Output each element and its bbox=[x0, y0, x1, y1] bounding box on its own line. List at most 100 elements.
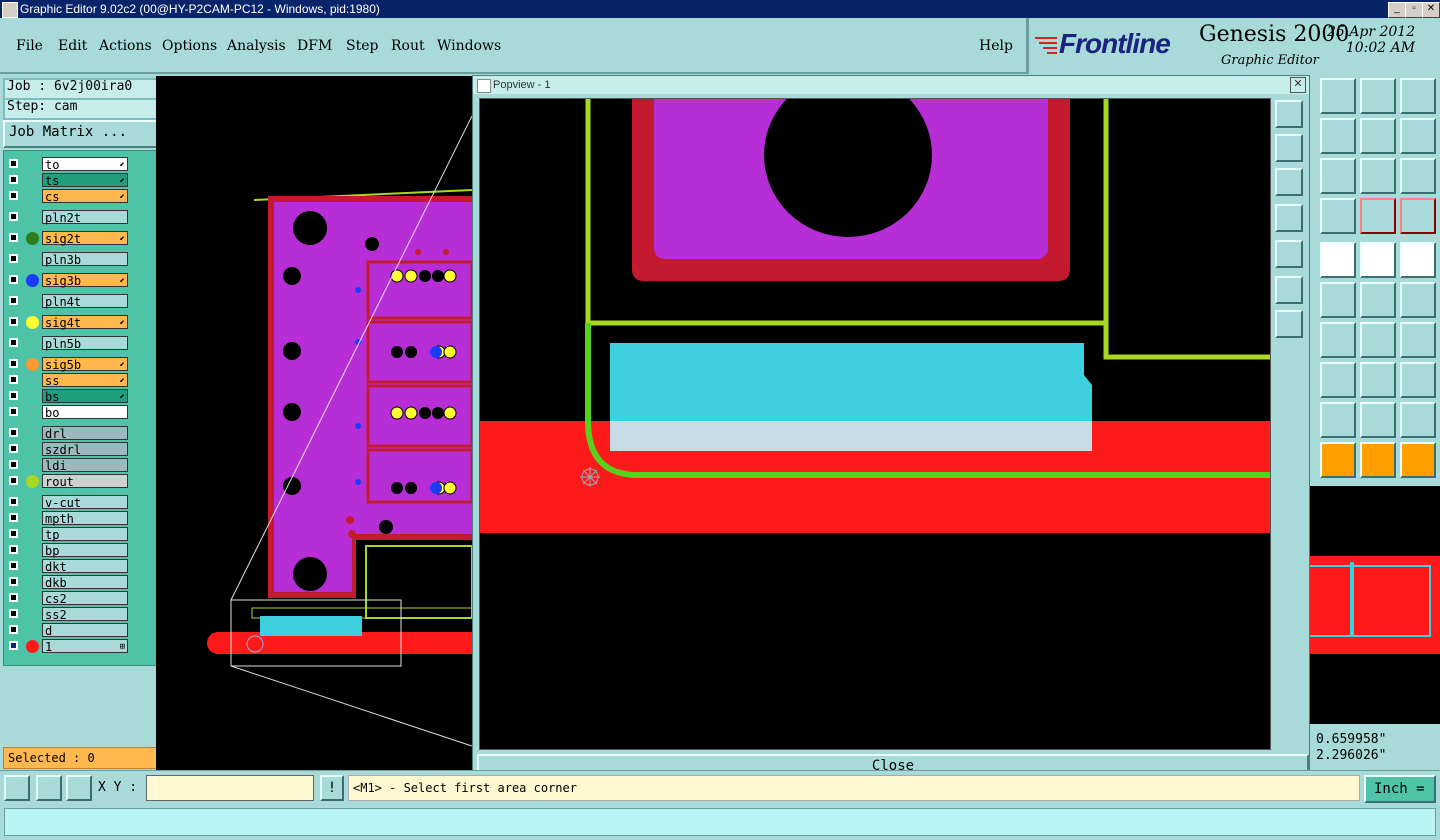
minimap[interactable] bbox=[1310, 486, 1440, 724]
layer-checkbox[interactable] bbox=[9, 296, 18, 305]
layer-row[interactable]: pln3b bbox=[6, 252, 128, 267]
layer-row[interactable]: pln2t bbox=[6, 210, 128, 225]
layer-checkbox[interactable] bbox=[9, 529, 18, 538]
layer-name[interactable]: ts ⬋ bbox=[42, 173, 128, 188]
layer-row[interactable]: dkb bbox=[6, 575, 128, 590]
units-select[interactable]: Inch = bbox=[1364, 775, 1436, 803]
layer-name[interactable]: sig4t ⬋ bbox=[42, 315, 128, 330]
menu-file[interactable]: File bbox=[16, 38, 43, 54]
layer-checkbox[interactable] bbox=[9, 191, 18, 200]
layer-checkbox[interactable] bbox=[9, 577, 18, 586]
measure-angle-icon[interactable] bbox=[36, 775, 62, 801]
layer-checkbox[interactable] bbox=[9, 444, 18, 453]
layer-checkbox[interactable] bbox=[9, 545, 18, 554]
popview-pan-right-button[interactable] bbox=[1275, 240, 1303, 268]
layer-row[interactable]: dkt bbox=[6, 559, 128, 574]
layer-name[interactable]: v-cut bbox=[42, 495, 128, 510]
layer-row[interactable]: to ⬋ bbox=[6, 157, 128, 172]
layer-checkbox[interactable] bbox=[9, 407, 18, 416]
layer-name[interactable]: szdrl bbox=[42, 442, 128, 457]
move-feature-icon[interactable] bbox=[1360, 282, 1396, 318]
layer-row[interactable]: bp bbox=[6, 543, 128, 558]
layer-row[interactable]: drl bbox=[6, 426, 128, 441]
layer-name[interactable]: d bbox=[42, 623, 128, 638]
layer-checkbox[interactable] bbox=[9, 391, 18, 400]
select-area-icon[interactable] bbox=[1320, 442, 1356, 478]
layer-name[interactable]: sig3b ⬋ bbox=[42, 273, 128, 288]
layer-checkbox[interactable] bbox=[9, 513, 18, 522]
layer-row[interactable]: rout bbox=[6, 474, 128, 489]
layer-name[interactable]: cs ⬋ bbox=[42, 189, 128, 204]
snap-grid-icon[interactable] bbox=[66, 775, 92, 801]
layer-checkbox[interactable] bbox=[9, 317, 18, 326]
delete-feature-icon[interactable] bbox=[1320, 282, 1356, 318]
layer-checkbox[interactable] bbox=[9, 497, 18, 506]
copy-feature-icon[interactable] bbox=[1400, 282, 1436, 318]
layer-row[interactable]: cs ⬋ bbox=[6, 189, 128, 204]
layer-name[interactable]: drl bbox=[42, 426, 128, 441]
maximize-button[interactable]: ▫ bbox=[1405, 2, 1423, 18]
zoom-home-icon[interactable] bbox=[1320, 158, 1356, 194]
layer-row[interactable]: sig5b ⬋ bbox=[6, 357, 128, 372]
layer-checkbox[interactable] bbox=[9, 233, 18, 242]
layer-name[interactable]: tp bbox=[42, 527, 128, 542]
layer-row[interactable]: d bbox=[6, 623, 128, 638]
layer-row[interactable]: pln4t bbox=[6, 294, 128, 309]
layer-row[interactable]: ss2 bbox=[6, 607, 128, 622]
layer-checkbox[interactable] bbox=[9, 476, 18, 485]
layer-name[interactable]: ss ⬋ bbox=[42, 373, 128, 388]
layer-checkbox[interactable] bbox=[9, 175, 18, 184]
menu-step[interactable]: Step bbox=[346, 38, 378, 54]
add-arc-icon[interactable] bbox=[1360, 322, 1396, 358]
layer-row[interactable]: cs2 bbox=[6, 591, 128, 606]
layer-checkbox[interactable] bbox=[9, 254, 18, 263]
layer-checkbox[interactable] bbox=[9, 561, 18, 570]
popview-pan-up-button[interactable] bbox=[1275, 134, 1303, 162]
layer-row[interactable]: bo bbox=[6, 405, 128, 420]
layer-row[interactable]: v-cut bbox=[6, 495, 128, 510]
xy-input[interactable] bbox=[146, 775, 314, 801]
popview-pan-left-button[interactable] bbox=[1275, 204, 1303, 232]
pad-icon[interactable] bbox=[1400, 242, 1436, 278]
layer-row[interactable]: ldi bbox=[6, 458, 128, 473]
layer-name[interactable]: to ⬋ bbox=[42, 157, 128, 172]
home-icon[interactable] bbox=[1360, 78, 1396, 114]
layer-checkbox[interactable] bbox=[9, 460, 18, 469]
popview-pan-down-button[interactable] bbox=[1275, 168, 1303, 196]
add-text-icon[interactable] bbox=[1400, 322, 1436, 358]
layer-colors-icon[interactable] bbox=[1360, 198, 1396, 234]
shapes-icon[interactable] bbox=[1400, 362, 1436, 398]
menu-actions[interactable]: Actions bbox=[99, 38, 152, 54]
layer-row[interactable]: sig4t ⬋ bbox=[6, 315, 128, 330]
add-line-icon[interactable] bbox=[1320, 322, 1356, 358]
layer-name[interactable]: cs2 bbox=[42, 591, 128, 606]
layer-name[interactable]: dkb bbox=[42, 575, 128, 590]
layer-name[interactable]: bo bbox=[42, 405, 128, 420]
minimize-button[interactable]: _ bbox=[1388, 2, 1406, 18]
layer-checkbox[interactable] bbox=[9, 338, 18, 347]
menu-help[interactable]: Help bbox=[979, 38, 1013, 54]
scale-1-2-icon[interactable] bbox=[1360, 158, 1396, 194]
layer-row[interactable]: sig3b ⬋ bbox=[6, 273, 128, 288]
arc-tool-icon[interactable] bbox=[1320, 402, 1356, 438]
measure-icon[interactable] bbox=[1360, 362, 1396, 398]
layer-name[interactable]: pln2t bbox=[42, 210, 128, 225]
layer-name[interactable]: ldi bbox=[42, 458, 128, 473]
zoom-window-icon[interactable] bbox=[1320, 118, 1356, 154]
load-icon[interactable] bbox=[1320, 78, 1356, 114]
layer-name[interactable]: dkt bbox=[42, 559, 128, 574]
layer-checkbox[interactable] bbox=[9, 625, 18, 634]
select-net-icon[interactable] bbox=[1400, 442, 1436, 478]
popview-canvas[interactable] bbox=[479, 98, 1271, 750]
measure-ruler-icon[interactable] bbox=[1360, 242, 1396, 278]
menu-analysis[interactable]: Analysis bbox=[227, 38, 286, 54]
popview-zoom-fit-button[interactable] bbox=[1275, 100, 1303, 128]
popview-zoom-out-button[interactable] bbox=[1275, 276, 1303, 304]
layer-checkbox[interactable] bbox=[9, 159, 18, 168]
layer-name[interactable]: bp bbox=[42, 543, 128, 558]
layer-row[interactable]: sig2t ⬋ bbox=[6, 231, 128, 246]
close-window-button[interactable]: ✕ bbox=[1422, 2, 1440, 18]
select-pointer-icon[interactable] bbox=[1360, 442, 1396, 478]
layer-colors-2-icon[interactable] bbox=[1400, 198, 1436, 234]
layer-row[interactable]: pln5b bbox=[6, 336, 128, 351]
